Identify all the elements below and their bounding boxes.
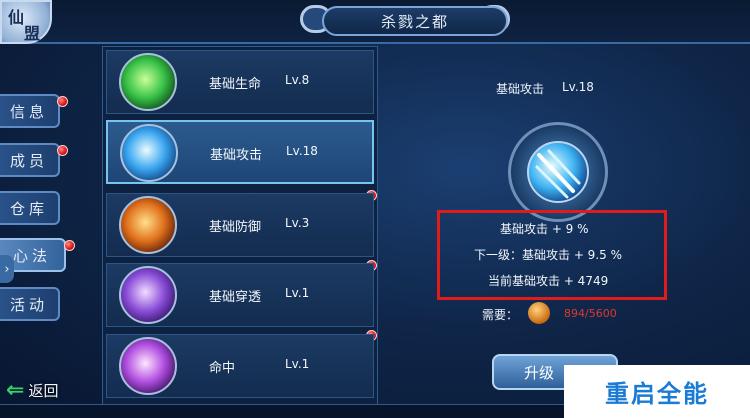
notification-dot-icon — [57, 96, 68, 107]
sidebar-item-label: 成员 — [9, 151, 48, 170]
logo-char-2: 盟 — [24, 24, 41, 43]
sidebar-item-label: 活动 — [9, 295, 48, 314]
cost-value: 894/5600 — [564, 307, 617, 320]
skill-row-life[interactable]: 基础生命 Lv.8 — [106, 50, 374, 114]
skill-name: 基础穿透 — [209, 290, 262, 305]
sidebar-item-warehouse[interactable]: 仓库 — [0, 191, 60, 225]
green-energy-icon — [119, 53, 177, 111]
sidebar-item-info[interactable]: 信息 — [0, 94, 60, 128]
watermark-text: 重启全能 — [605, 380, 709, 408]
detail-skill-level: Lv.18 — [562, 80, 594, 94]
skill-level: Lv.18 — [286, 144, 318, 158]
current-effect: 基础攻击 + 9 % — [500, 222, 589, 236]
skill-level: Lv.1 — [285, 357, 310, 371]
skill-name: 基础防御 — [209, 220, 262, 235]
sidebar-item-label: 仓库 — [9, 199, 48, 218]
skill-level: Lv.8 — [285, 73, 310, 87]
skill-name: 基础生命 — [209, 77, 262, 92]
next-level-effect: 下一级：基础攻击 + 9.5 % — [474, 248, 622, 262]
game-screen: 仙 盟 杀戮之都 信息 成员 仓库 心法 › 活动 ⇐ 返回 基础生命 Lv.8… — [0, 0, 750, 418]
purple-orb-icon — [119, 337, 177, 395]
blue-claw-icon — [527, 141, 589, 203]
current-total: 当前基础攻击 + 4749 — [488, 274, 609, 288]
title-banner: 杀戮之都 — [322, 6, 508, 36]
skill-name: 命中 — [209, 361, 236, 376]
sidebar-item-members[interactable]: 成员 — [0, 143, 60, 177]
skill-row-penetration[interactable]: 基础穿透 Lv.1 — [106, 263, 374, 327]
purple-claw-icon — [119, 266, 177, 324]
skill-row-attack[interactable]: 基础攻击 Lv.18 — [106, 120, 374, 184]
watermark: 重启全能 — [564, 365, 750, 418]
skill-name: 基础攻击 — [210, 148, 263, 163]
page-title: 杀戮之都 — [380, 12, 449, 31]
sidebar-item-label: 信息 — [9, 102, 48, 121]
back-button[interactable]: ⇐ 返回 — [6, 374, 58, 406]
notification-dot-icon — [57, 145, 68, 156]
sidebar-item-label: 心法 — [12, 246, 51, 265]
upgrade-label: 升级 — [524, 363, 555, 382]
logo-char-1: 仙 — [8, 8, 25, 27]
skill-level: Lv.1 — [285, 286, 310, 300]
back-label: 返回 — [28, 381, 59, 400]
expand-arrow-icon[interactable]: › — [0, 255, 14, 283]
cost-label: 需要： — [482, 308, 519, 322]
skill-row-hit[interactable]: 命中 Lv.1 — [106, 334, 374, 398]
blue-claw-icon — [120, 124, 178, 182]
notification-dot-icon — [64, 240, 75, 251]
sidebar-item-activity[interactable]: 活动 — [0, 287, 60, 321]
gold-gem-icon — [528, 302, 550, 324]
back-arrow-icon: ⇐ — [6, 377, 25, 403]
skill-row-defense[interactable]: 基础防御 Lv.3 — [106, 193, 374, 257]
detail-skill-name: 基础攻击 — [496, 82, 545, 96]
fire-shield-icon — [119, 196, 177, 254]
skill-level: Lv.3 — [285, 216, 310, 230]
